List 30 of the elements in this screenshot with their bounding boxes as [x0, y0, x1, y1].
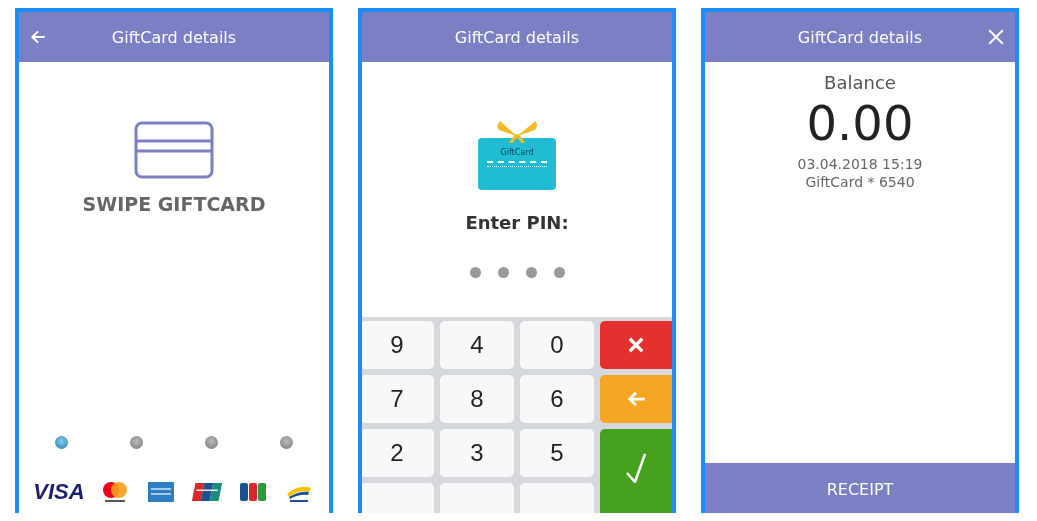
keypad-key[interactable]: 2: [362, 429, 434, 477]
screen-title: GiftCard details: [797, 27, 923, 47]
keypad-key[interactable]: 8: [440, 375, 514, 423]
keypad-key[interactable]: [600, 375, 672, 423]
balance-label: Balance: [824, 72, 896, 93]
balance-amount: 0.00: [806, 95, 914, 151]
keypad-key[interactable]: 7: [362, 375, 434, 423]
unionpay-logo-icon: [190, 480, 223, 504]
screen-title: GiftCard details: [454, 27, 580, 47]
transaction-date: 03.04.2018 15:19: [797, 155, 923, 173]
swipe-prompt: SWIPE GIFTCARD: [82, 193, 266, 215]
close-icon[interactable]: [987, 28, 1005, 46]
keypad-key[interactable]: [600, 429, 672, 513]
card-icon: [134, 121, 214, 179]
receipt-button[interactable]: RECEIPT: [705, 463, 1015, 513]
keypad-key[interactable]: 5: [520, 429, 594, 477]
keypad-key[interactable]: 0: [520, 321, 594, 369]
keypad-key[interactable]: 9: [362, 321, 434, 369]
back-arrow-icon: [626, 389, 646, 409]
check-icon: [626, 453, 646, 483]
keypad-key[interactable]: 4: [440, 321, 514, 369]
back-arrow-icon[interactable]: [29, 28, 47, 46]
keypad-key[interactable]: 6: [520, 375, 594, 423]
screen-title: GiftCard details: [111, 27, 237, 47]
visa-logo: VISA: [33, 479, 85, 505]
close-icon: [626, 335, 646, 355]
keypad-key[interactable]: 3: [440, 429, 514, 477]
card-number: GiftCard * 6540: [805, 173, 915, 191]
pin-prompt: Enter PIN:: [465, 212, 569, 233]
keypad-key[interactable]: [600, 321, 672, 369]
